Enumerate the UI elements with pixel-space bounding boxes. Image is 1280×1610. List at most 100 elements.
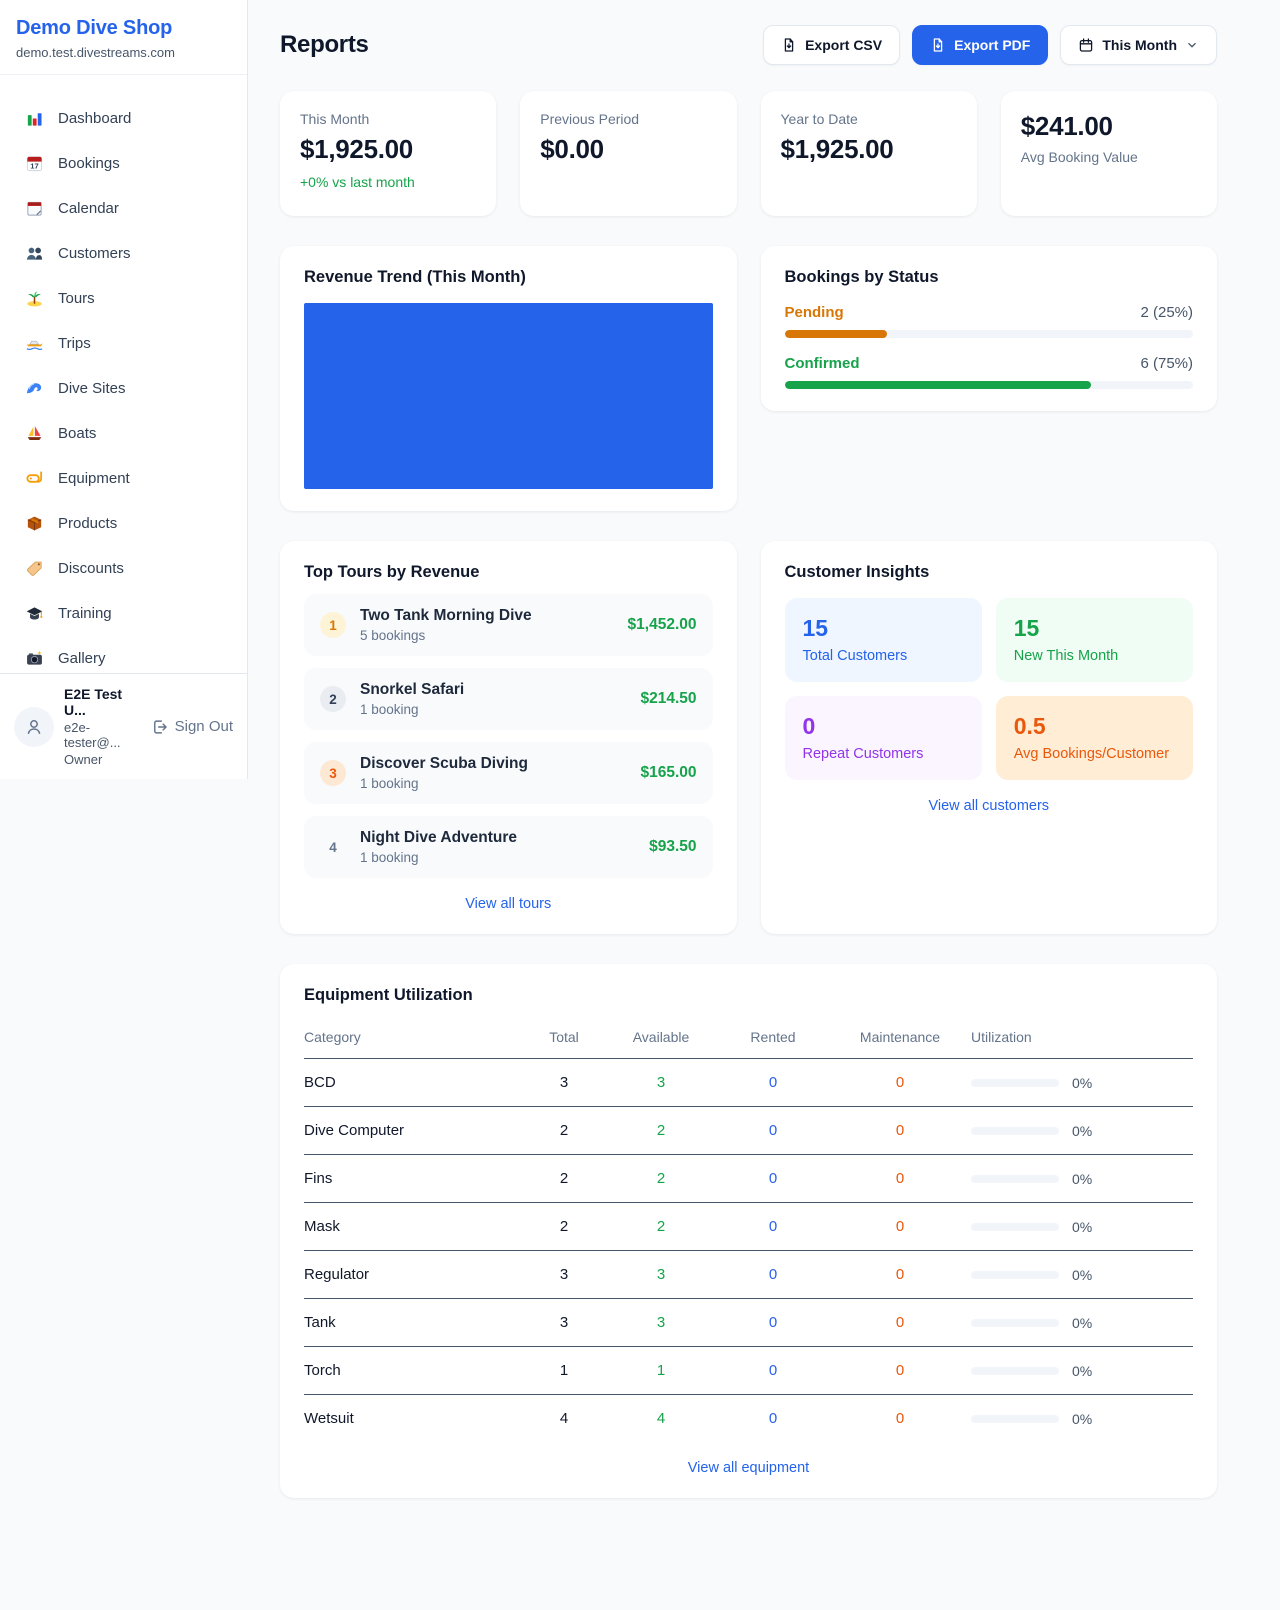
revenue-trend-card: Revenue Trend (This Month) <box>280 246 737 511</box>
export-csv-button[interactable]: Export CSV <box>763 25 900 65</box>
tile-value: 15 <box>1014 615 1175 642</box>
sidebar-item-dashboard[interactable]: Dashboard <box>12 100 235 136</box>
status-label: Pending <box>785 304 844 321</box>
avatar <box>14 707 54 747</box>
export-pdf-button[interactable]: Export PDF <box>912 25 1048 65</box>
shop-name: Demo Dive Shop <box>16 17 231 40</box>
col-header-category: Category <box>304 1017 523 1059</box>
table-row: Mask 2 2 0 0 0% <box>304 1203 1193 1251</box>
cell-maintenance: 0 <box>829 1059 971 1107</box>
sidebar-item-trips[interactable]: Trips <box>12 325 235 361</box>
utilization-cell: 0% <box>971 1219 1193 1235</box>
status-label: Confirmed <box>785 355 860 372</box>
card-title: Revenue Trend (This Month) <box>304 268 713 287</box>
user-role: Owner <box>64 752 141 767</box>
tour-revenue: $214.50 <box>640 690 696 708</box>
equipment-utilization-card: Equipment Utilization Category Total Ava… <box>280 964 1217 1498</box>
cell-category: Dive Computer <box>304 1107 523 1155</box>
graduation-cap-icon <box>24 603 44 623</box>
rank-badge: 3 <box>320 760 346 786</box>
speedboat-icon <box>24 333 44 353</box>
sign-out-button[interactable]: Sign Out <box>151 718 233 736</box>
sidebar-item-bookings[interactable]: 17 Bookings <box>12 145 235 181</box>
table-row: Tank 3 3 0 0 0% <box>304 1299 1193 1347</box>
stat-card-year-to-date: Year to Date $1,925.00 <box>761 91 977 216</box>
user-info: E2E Test U... e2e-tester@... Owner <box>64 686 141 767</box>
tile-new-this-month: 15 New This Month <box>996 598 1193 682</box>
sidebar-item-products[interactable]: Products <box>12 505 235 541</box>
calendar-pad-icon <box>24 198 44 218</box>
camera-icon <box>24 648 44 668</box>
utilization-label: 0% <box>1072 1363 1092 1379</box>
cell-rented: 0 <box>717 1203 829 1251</box>
sidebar-item-discounts[interactable]: Discounts <box>12 550 235 586</box>
col-header-available: Available <box>605 1017 717 1059</box>
cell-maintenance: 0 <box>829 1347 971 1395</box>
equipment-table: Category Total Available Rented Maintena… <box>304 1017 1193 1442</box>
cell-category: Torch <box>304 1347 523 1395</box>
sidebar-item-equipment[interactable]: Equipment <box>12 460 235 496</box>
sidebar-item-calendar[interactable]: Calendar <box>12 190 235 226</box>
progress-track <box>785 381 1194 389</box>
page-title: Reports <box>280 31 369 59</box>
sidebar-item-label: Products <box>58 515 117 532</box>
period-label: This Month <box>1102 37 1177 53</box>
person-icon <box>24 717 44 737</box>
table-row: Fins 2 2 0 0 0% <box>304 1155 1193 1203</box>
cell-available: 3 <box>605 1299 717 1347</box>
sidebar-item-customers[interactable]: Customers <box>12 235 235 271</box>
stat-value: $1,925.00 <box>781 134 957 165</box>
stat-label: This Month <box>300 111 476 127</box>
insight-tiles: 15 Total Customers 15 New This Month 0 R… <box>785 598 1194 780</box>
sidebar-item-label: Bookings <box>58 155 120 172</box>
sidebar-item-tours[interactable]: Tours <box>12 280 235 316</box>
sidebar-item-training[interactable]: Training <box>12 595 235 631</box>
sidebar-item-gallery[interactable]: Gallery <box>12 640 235 673</box>
cell-available: 3 <box>605 1251 717 1299</box>
cell-category: BCD <box>304 1059 523 1107</box>
table-row: Dive Computer 2 2 0 0 0% <box>304 1107 1193 1155</box>
tile-value: 0.5 <box>1014 713 1175 740</box>
cell-category: Wetsuit <box>304 1395 523 1443</box>
sign-out-label: Sign Out <box>175 718 233 735</box>
tour-revenue: $93.50 <box>649 838 696 856</box>
svg-text:17: 17 <box>30 161 38 170</box>
cell-rented: 0 <box>717 1107 829 1155</box>
view-all-customers-link[interactable]: View all customers <box>785 798 1194 814</box>
utilization-cell: 0% <box>971 1315 1193 1331</box>
shop-domain: demo.test.divestreams.com <box>16 45 231 60</box>
main-content: Reports Export CSV Export PDF This Month… <box>248 0 1280 1538</box>
tile-value: 0 <box>803 713 964 740</box>
utilization-label: 0% <box>1072 1411 1092 1427</box>
cell-maintenance: 0 <box>829 1251 971 1299</box>
utilization-cell: 0% <box>971 1363 1193 1379</box>
utilization-cell: 0% <box>971 1075 1193 1091</box>
table-row: Regulator 3 3 0 0 0% <box>304 1251 1193 1299</box>
tour-bookings: 1 booking <box>360 776 528 791</box>
utilization-label: 0% <box>1072 1219 1092 1235</box>
period-select[interactable]: This Month <box>1060 25 1217 65</box>
tile-value: 15 <box>803 615 964 642</box>
customer-insights-card: Customer Insights 15 Total Customers 15 … <box>761 541 1218 934</box>
table-header-row: Category Total Available Rented Maintena… <box>304 1017 1193 1059</box>
sidebar-item-dive-sites[interactable]: Dive Sites <box>12 370 235 406</box>
cell-category: Fins <box>304 1155 523 1203</box>
cell-maintenance: 0 <box>829 1395 971 1443</box>
utilization-cell: 0% <box>971 1411 1193 1427</box>
view-all-equipment-link[interactable]: View all equipment <box>304 1460 1193 1476</box>
progress-fill <box>785 381 1091 389</box>
sailboat-icon <box>24 423 44 443</box>
progress-fill <box>785 330 887 338</box>
cell-maintenance: 0 <box>829 1107 971 1155</box>
cell-rented: 0 <box>717 1059 829 1107</box>
insights-row: Top Tours by Revenue 1 Two Tank Morning … <box>280 541 1217 934</box>
view-all-tours-link[interactable]: View all tours <box>304 896 713 912</box>
cell-rented: 0 <box>717 1347 829 1395</box>
calendar-icon <box>1078 37 1094 53</box>
top-tours-card: Top Tours by Revenue 1 Two Tank Morning … <box>280 541 737 934</box>
user-name: E2E Test U... <box>64 686 141 718</box>
sign-out-icon <box>151 718 169 736</box>
sidebar-item-boats[interactable]: Boats <box>12 415 235 451</box>
stat-value: $241.00 <box>1021 111 1197 142</box>
brand: Demo Dive Shop demo.test.divestreams.com <box>0 0 247 75</box>
